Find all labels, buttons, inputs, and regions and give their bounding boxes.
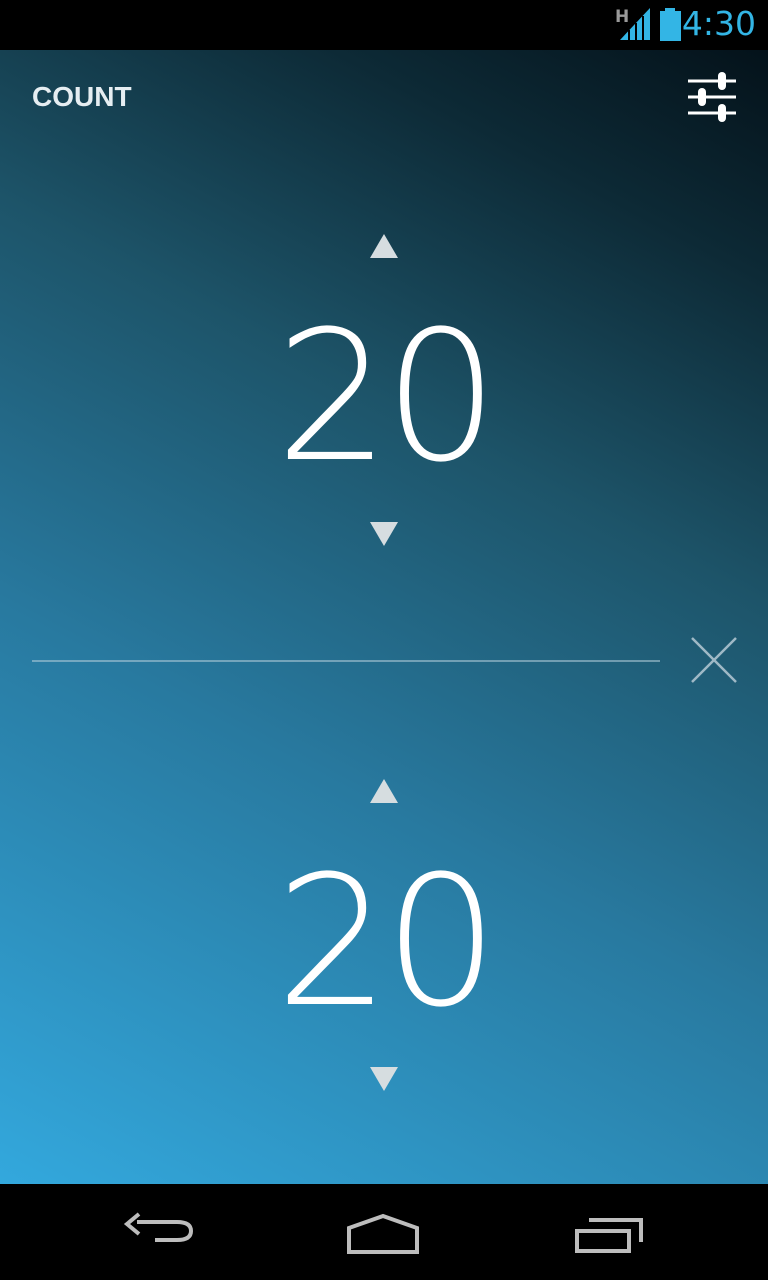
divider bbox=[32, 660, 660, 662]
counter-2-decrement-button[interactable] bbox=[360, 1057, 408, 1097]
navigation-bar bbox=[0, 1184, 768, 1280]
back-icon bbox=[123, 1212, 194, 1242]
recents-button[interactable] bbox=[565, 1208, 655, 1256]
home-icon bbox=[347, 1213, 419, 1254]
counter-panel: COUNT 20 20 bbox=[0, 50, 768, 1184]
clear-button[interactable] bbox=[684, 630, 744, 690]
screen: H 4:30 COUNT 20 20 bbox=[0, 0, 768, 1280]
status-bar: H 4:30 bbox=[0, 0, 768, 50]
counter-1-increment-button[interactable] bbox=[360, 228, 408, 268]
counter-1-decrement-button[interactable] bbox=[360, 512, 408, 552]
counter-2-increment-button[interactable] bbox=[360, 773, 408, 813]
back-button[interactable] bbox=[115, 1208, 205, 1256]
settings-button[interactable] bbox=[680, 68, 744, 132]
app-title: COUNT bbox=[32, 81, 132, 112]
sliders-icon bbox=[688, 72, 736, 122]
signal-icon bbox=[620, 8, 650, 40]
counter-2-value: 20 bbox=[275, 838, 498, 1047]
triangle-up-icon bbox=[370, 779, 398, 803]
battery-icon bbox=[660, 8, 681, 41]
recents-icon bbox=[575, 1218, 643, 1253]
triangle-down-icon bbox=[370, 1067, 398, 1091]
counter-1-value: 20 bbox=[275, 293, 498, 502]
triangle-down-icon bbox=[370, 522, 398, 546]
triangle-up-icon bbox=[370, 234, 398, 258]
status-time: 4:30 bbox=[681, 4, 756, 43]
close-icon bbox=[691, 637, 737, 683]
home-button[interactable] bbox=[338, 1208, 428, 1256]
